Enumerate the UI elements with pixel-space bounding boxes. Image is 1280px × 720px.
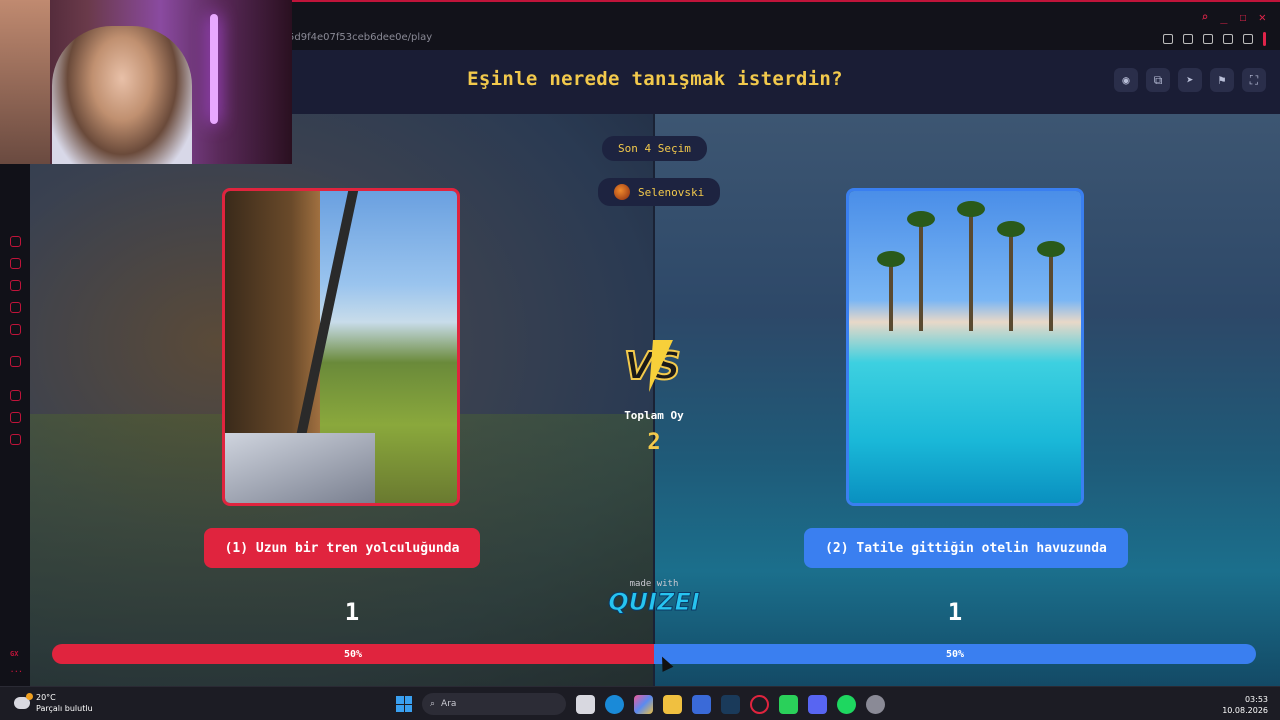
quizei-logo[interactable]: QUIZEI (594, 588, 714, 617)
option-1-progress: 50% (52, 644, 654, 664)
explorer-icon[interactable] (663, 694, 682, 714)
total-votes-label: Toplam Oy (624, 409, 684, 422)
round-pill: Son 4 Seçim (602, 136, 707, 161)
play-circle-icon[interactable] (10, 390, 21, 401)
weather-widget[interactable]: 20°C Parçalı bulutlu (14, 692, 93, 714)
username: Selenovski (638, 185, 705, 199)
taskbar: 20°C Parçalı bulutlu ⌕ Ara 03:53 10.08.2… (0, 686, 1280, 720)
search-icon[interactable]: ⌕ (1201, 10, 1208, 24)
eye-icon[interactable]: ◉ (1114, 68, 1138, 92)
spotify-icon[interactable] (837, 694, 856, 714)
edge-icon[interactable] (605, 694, 624, 714)
train-table (225, 433, 375, 503)
palm-tree (1037, 241, 1065, 331)
game-icon[interactable] (10, 236, 21, 247)
share-icon[interactable]: ⧉ (1146, 68, 1170, 92)
palm-tree (997, 221, 1025, 331)
more-icon[interactable]: ... (10, 666, 23, 674)
header-actions: ◉ ⧉ ➤ ⚑ ⛶ (1114, 68, 1266, 92)
bag-icon[interactable] (10, 280, 21, 291)
vote-progress-bar: 50% 50% (52, 644, 1256, 664)
task-view-icon[interactable] (576, 694, 595, 714)
option-2-button[interactable]: (2) Tatile gittiğin otelin havuzunda (804, 528, 1128, 568)
taskbar-search[interactable]: ⌕ Ara (422, 693, 566, 715)
option-1-button[interactable]: (1) Uzun bir tren yolculuğunda (204, 528, 480, 568)
twitch-icon[interactable] (10, 356, 21, 367)
palm-tree (957, 201, 985, 331)
close-icon[interactable]: ✕ (1259, 10, 1266, 24)
shield-icon[interactable] (1203, 34, 1213, 44)
fullscreen-icon[interactable]: ⛶ (1242, 68, 1266, 92)
user-pill: Selenovski (598, 178, 721, 206)
webcam-person (52, 26, 192, 164)
whatsapp-icon[interactable] (779, 694, 798, 714)
flag-icon[interactable]: ⚑ (1210, 68, 1234, 92)
webcam-shelf (0, 0, 50, 164)
address-bar[interactable]: 5d9f4e07f53ceb6dee0e/play (288, 32, 432, 43)
palm-tree (907, 211, 935, 331)
pool-image (849, 191, 1081, 503)
total-votes-value: 2 (647, 430, 661, 455)
store-icon[interactable] (692, 694, 711, 714)
sidebar-toggle-icon[interactable] (1263, 32, 1266, 46)
heart-icon[interactable] (1243, 34, 1253, 44)
palm-tree (877, 251, 905, 331)
messenger-icon[interactable] (10, 302, 21, 313)
steam-icon[interactable] (721, 694, 740, 714)
screenshot-icon[interactable] (1183, 34, 1193, 44)
webcam-light (210, 14, 218, 124)
search-placeholder: Ara (441, 699, 457, 709)
windows-start-icon[interactable] (396, 696, 412, 712)
discord-icon[interactable] (808, 694, 827, 714)
settings-icon[interactable] (10, 434, 21, 445)
system-clock[interactable]: 03:53 10.08.2026 (1222, 694, 1268, 716)
music-icon[interactable] (10, 324, 21, 335)
option-2-progress: 50% (654, 644, 1256, 664)
option-2-votes: 1 (947, 598, 963, 626)
vs-icon: VS (620, 340, 688, 394)
clock-time: 03:53 (1244, 695, 1268, 704)
weather-desc: Parçalı bulutlu (36, 704, 93, 713)
clock-icon[interactable] (10, 412, 21, 423)
pin-icon[interactable] (1163, 34, 1173, 44)
search-icon: ⌕ (430, 699, 436, 709)
taskbar-apps: ⌕ Ara (396, 693, 885, 715)
play-icon[interactable] (1223, 34, 1233, 44)
weather-icon (14, 693, 33, 709)
copilot-icon[interactable] (634, 694, 653, 714)
train-image (225, 191, 457, 503)
quiz-stage: Son 4 Seçim Selenovski VS Toplam Oy 2 (1… (30, 114, 1280, 686)
maximize-icon[interactable]: ☐ (1240, 10, 1247, 24)
send-icon[interactable]: ➤ (1178, 68, 1202, 92)
weather-temp: 20°C (36, 693, 56, 702)
gx-label[interactable]: GX (10, 650, 18, 658)
option-1-card[interactable] (222, 188, 460, 506)
webcam-overlay (0, 0, 292, 164)
settings-icon[interactable] (866, 694, 885, 714)
minimize-icon[interactable]: _ (1220, 10, 1227, 24)
window-controls: ⌕ _ ☐ ✕ (1201, 10, 1266, 24)
option-2-card[interactable] (846, 188, 1084, 506)
extension-icons (1163, 32, 1266, 46)
refresh-icon[interactable] (10, 258, 21, 269)
opera-gx-icon[interactable] (750, 694, 769, 714)
clock-date: 10.08.2026 (1222, 706, 1268, 715)
avatar (614, 184, 630, 200)
option-1-votes: 1 (344, 598, 360, 626)
